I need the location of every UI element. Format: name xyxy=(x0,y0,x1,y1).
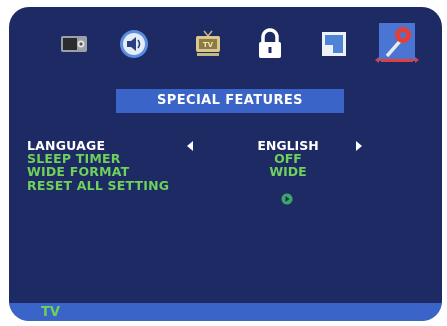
reset-all-setting-label[interactable]: RESET ALL SETTING xyxy=(27,179,169,192)
sound-icon[interactable] xyxy=(117,27,151,61)
menu-icon-bar: TV xyxy=(9,7,442,87)
lock-icon[interactable] xyxy=(253,27,287,61)
wide-format-label[interactable]: WIDE FORMAT xyxy=(27,165,129,178)
enter-icon[interactable] xyxy=(281,193,293,205)
svg-text:TV: TV xyxy=(203,41,214,49)
source-bar: TV xyxy=(9,303,442,321)
left-arrow-icon[interactable] xyxy=(187,141,193,151)
menu-title: SPECIAL FEATURES xyxy=(116,89,344,113)
tools-icon[interactable] xyxy=(375,21,419,67)
wide-format-value[interactable]: WIDE xyxy=(239,165,337,178)
right-arrow-icon[interactable] xyxy=(356,141,362,151)
tv-icon[interactable]: TV xyxy=(191,27,225,61)
picture-icon[interactable] xyxy=(57,27,91,61)
osd-menu: TV SPECIAL FEATURES LANGUAGE ENGLISH SLE… xyxy=(9,7,442,321)
screen-icon[interactable] xyxy=(317,27,351,61)
source-label: TV xyxy=(41,305,60,320)
